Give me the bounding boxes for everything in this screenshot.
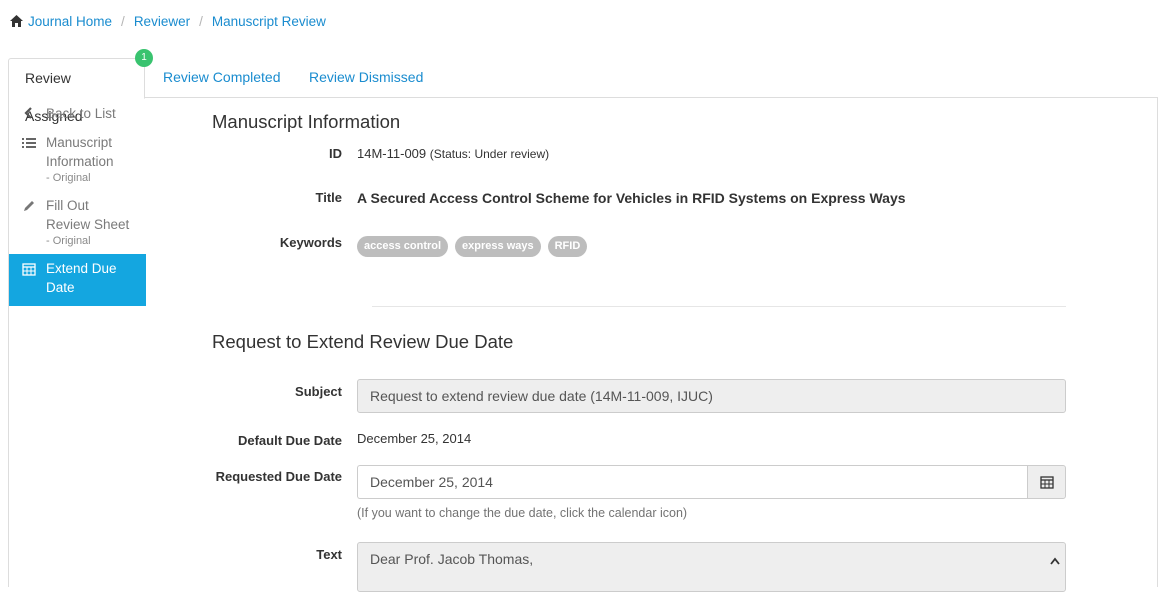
sidebar-back-to-list[interactable]: Back to List [9,98,146,128]
requested-due-date-input[interactable]: December 25, 2014 [357,465,1028,499]
requested-due-date-label: Requested Due Date [215,469,342,484]
sidebar-item-extend-due-date[interactable]: Extend Due Date [9,254,146,306]
breadcrumb-separator: / [121,13,125,29]
sidebar-item-label-line2: Information [46,154,114,169]
manuscript-status: (Status: Under review) [429,147,550,161]
sidebar-item-fill-out-review-sheet[interactable]: Fill Out Review Sheet - Original [9,191,146,254]
due-date-help-text: (If you want to change the due date, cli… [357,506,688,520]
list-icon [22,138,36,148]
id-label: ID [329,146,342,161]
tab-review-assigned[interactable]: Review Assigned 1 [8,49,153,124]
manuscript-title: A Secured Access Control Scheme for Vehi… [357,190,906,206]
pencil-icon [24,201,34,211]
sidebar-item-label-line1: Manuscript [46,135,113,150]
breadcrumb-manuscript-review[interactable]: Manuscript Review [212,14,326,29]
sidebar-item-label-line2: Date [46,280,75,295]
keywords-label: Keywords [279,235,342,250]
home-icon [10,15,23,27]
sidebar-item-manuscript-information[interactable]: Manuscript Information - Original [9,128,146,191]
sidebar-item-sub: - Original [46,235,91,247]
request-heading: Request to Extend Review Due Date [212,331,514,352]
message-text: Dear Prof. Jacob Thomas, [370,551,534,567]
default-due-date-value: December 25, 2014 [357,431,472,446]
sidebar-item-label: Back to List [46,106,116,121]
scroll-up-arrow-icon[interactable] [1050,557,1060,565]
chevron-left-icon [24,107,32,119]
calendar-icon [22,263,36,276]
manuscript-information-heading: Manuscript Information [212,111,401,132]
breadcrumb: Journal Home / Reviewer / Manuscript Rev… [10,12,326,30]
default-due-date-label: Default Due Date [237,433,342,448]
subject-label: Subject [295,384,342,399]
requested-due-date-group: December 25, 2014 [357,465,1066,499]
breadcrumb-journal-home[interactable]: Journal Home [28,14,112,29]
tab-bar: Review Assigned 1 Review Completed Revie… [8,49,1158,124]
keyword-list: access control express ways RFID [357,236,588,257]
keyword-tag: express ways [455,236,541,257]
keyword-tag: RFID [547,236,588,257]
sidebar-item-label-line1: Fill Out [46,198,89,213]
tab-review-completed[interactable]: Review Completed [147,58,297,98]
sidebar-item-sub: - Original [46,172,91,184]
message-textarea[interactable]: Dear Prof. Jacob Thomas, [357,542,1066,592]
subject-input[interactable]: Request to extend review due date (14M-1… [357,379,1066,413]
breadcrumb-separator: / [199,13,203,29]
tab-review-dismissed[interactable]: Review Dismissed [293,58,439,98]
id-value: 14M-11-009 (Status: Under review) [357,146,549,161]
text-label: Text [316,547,342,562]
calendar-icon [1039,476,1054,489]
sidebar: Back to List Manuscript Information - Or… [9,98,146,306]
keyword-tag: access control [357,236,449,257]
sidebar-item-label-line1: Extend Due [46,261,117,276]
breadcrumb-reviewer[interactable]: Reviewer [134,14,190,29]
sidebar-item-label-line2: Review Sheet [46,217,130,232]
manuscript-id: 14M-11-009 [357,146,427,161]
section-divider [372,306,1066,307]
title-label: Title [315,190,343,205]
calendar-button[interactable] [1027,465,1066,499]
